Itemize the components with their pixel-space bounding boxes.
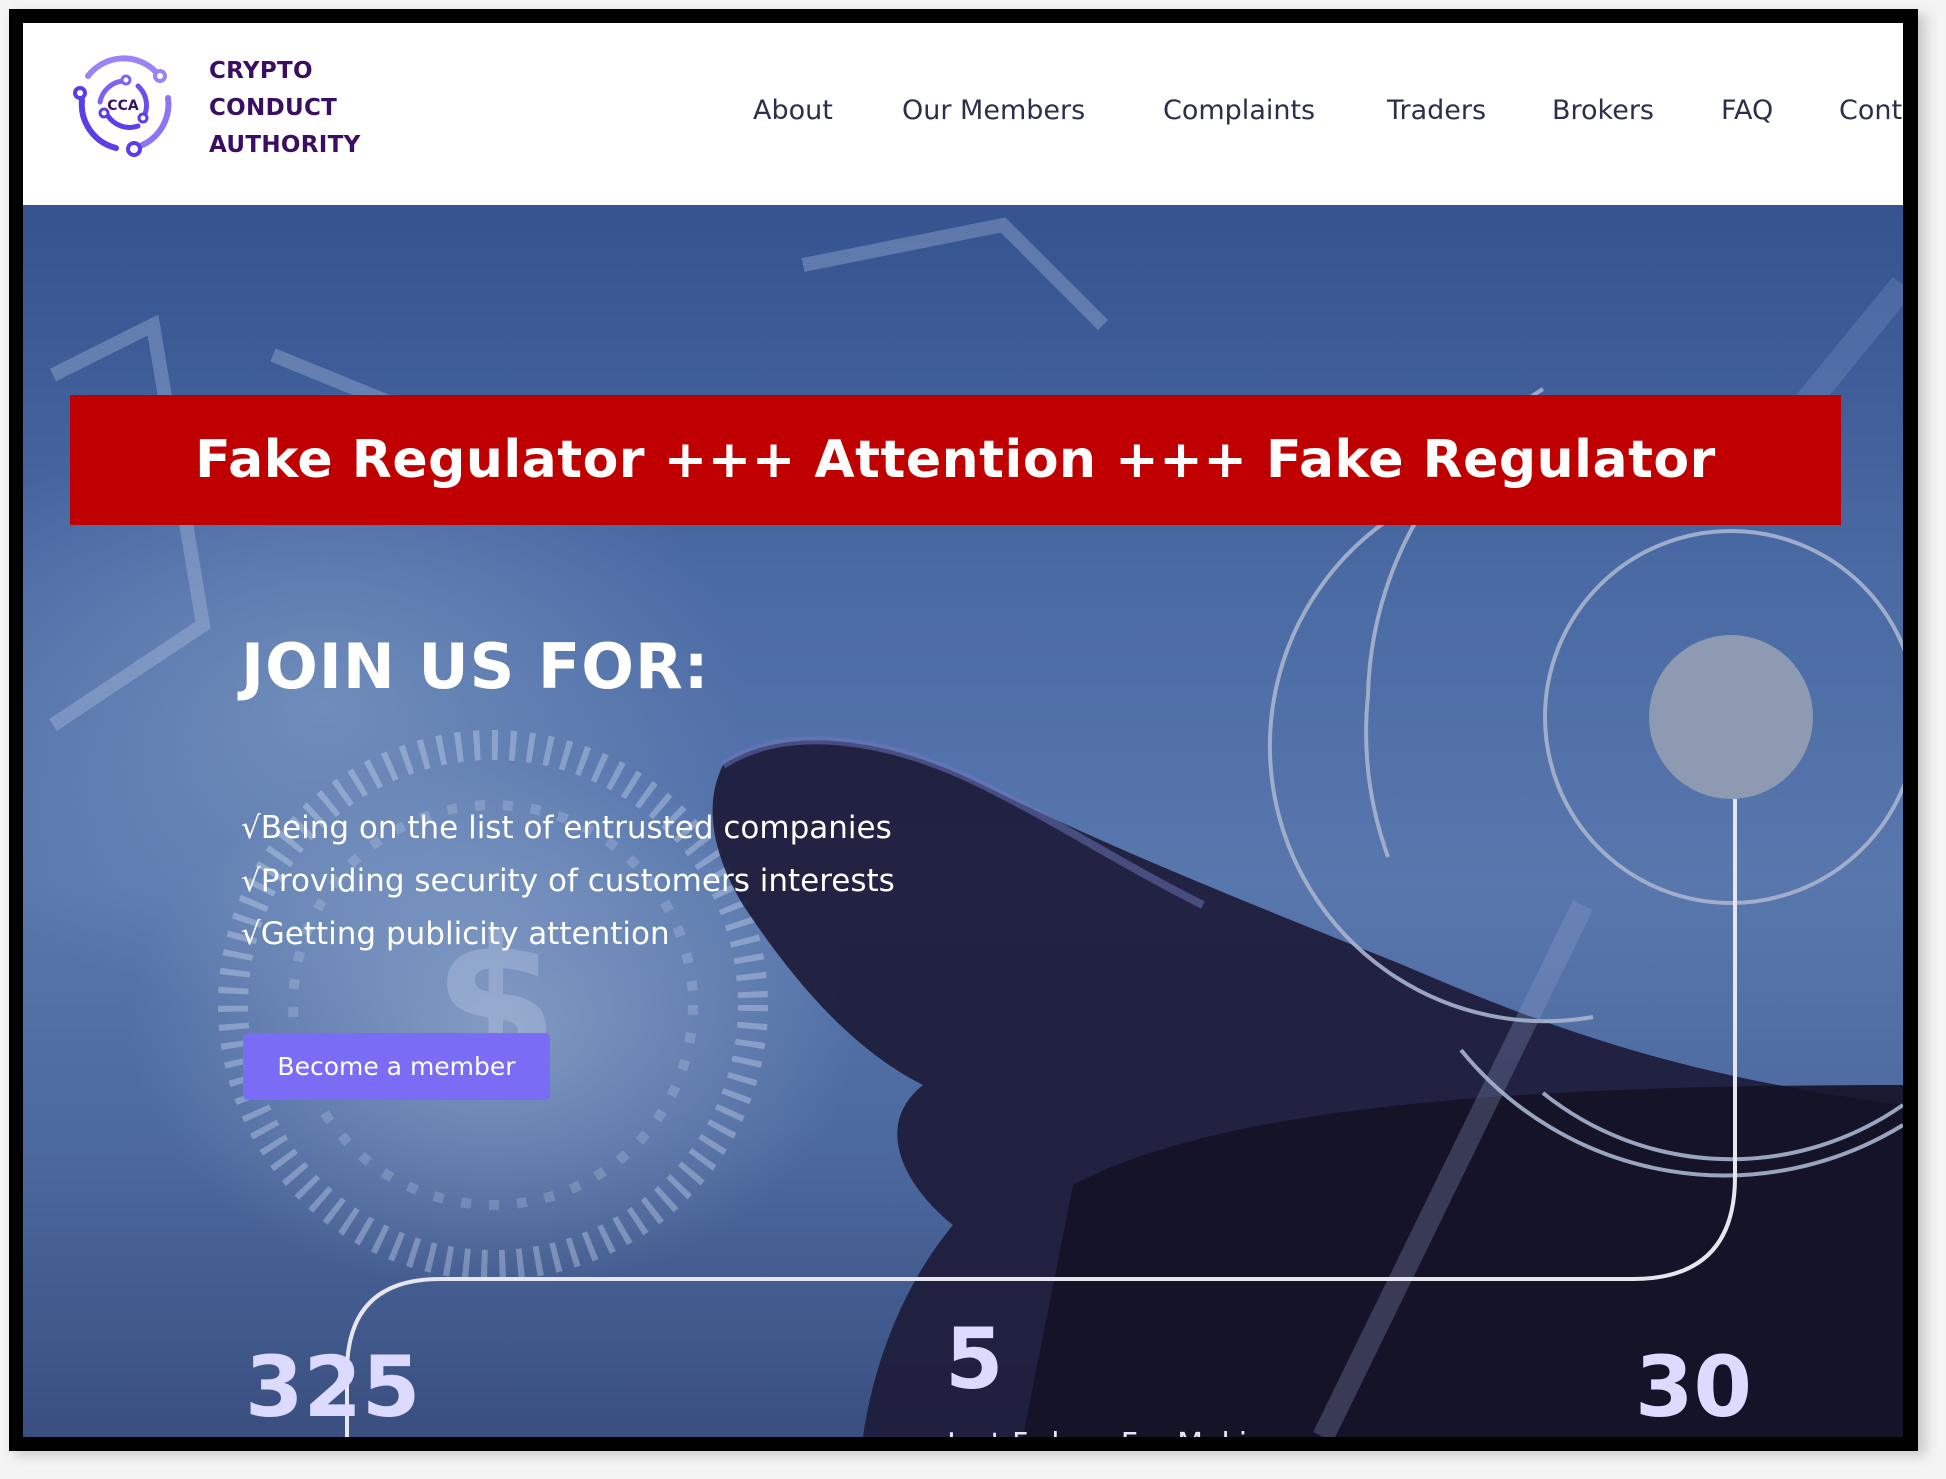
nav-item-our-members[interactable]: Our Members — [902, 95, 1085, 126]
stat-value-members: 325 — [245, 1338, 421, 1436]
nav-item-brokers[interactable]: Brokers — [1552, 95, 1654, 126]
benefits-list: √Being on the list of entrusted companie… — [241, 802, 895, 961]
nav-item-contact[interactable]: Cont — [1839, 95, 1902, 126]
stat-value-third: 30 — [1635, 1338, 1752, 1436]
arc-mid — [1267, 473, 1594, 1024]
benefit-item: √Being on the list of entrusted companie… — [241, 810, 892, 846]
fake-regulator-warning-banner: Fake Regulator +++ Attention +++ Fake Re… — [70, 395, 1841, 525]
logo-link[interactable]: CCA — [68, 48, 183, 163]
benefit-item: √Providing security of customers interes… — [241, 863, 895, 899]
hero-section: $ Fake Regulator +++ Attention +++ Fake … — [23, 205, 1903, 1437]
brand-line: CONDUCT — [209, 95, 338, 121]
hero-heading: JOIN US FOR: — [241, 630, 710, 703]
nav-item-complaints[interactable]: Complaints — [1163, 95, 1315, 126]
nav-item-about[interactable]: About — [753, 95, 833, 126]
stat-value-days: 5 — [945, 1310, 1004, 1408]
arc-outer — [1364, 694, 1390, 858]
brand-name: CRYPTO CONDUCT AUTHORITY — [209, 53, 361, 164]
nav-item-faq[interactable]: FAQ — [1721, 95, 1773, 126]
target-dot — [1649, 635, 1813, 799]
cca-logo-icon: CCA — [73, 55, 172, 157]
stat-caption-days: Just 5 days For Making a — [947, 1427, 1313, 1437]
site-header: CCA CRYPTO CONDUCT AUTHORITY About Our M… — [23, 23, 1903, 205]
logo-initials: CCA — [107, 98, 139, 114]
benefit-item: √Getting publicity attention — [241, 916, 670, 952]
brand-line: CRYPTO — [209, 58, 313, 84]
nav-item-traders[interactable]: Traders — [1387, 95, 1486, 126]
browser-viewport: CCA CRYPTO CONDUCT AUTHORITY About Our M… — [23, 23, 1903, 1437]
brand-line: AUTHORITY — [209, 132, 361, 158]
become-member-button[interactable]: Become a member — [243, 1033, 550, 1100]
warning-text: Fake Regulator +++ Attention +++ Fake Re… — [195, 430, 1716, 490]
